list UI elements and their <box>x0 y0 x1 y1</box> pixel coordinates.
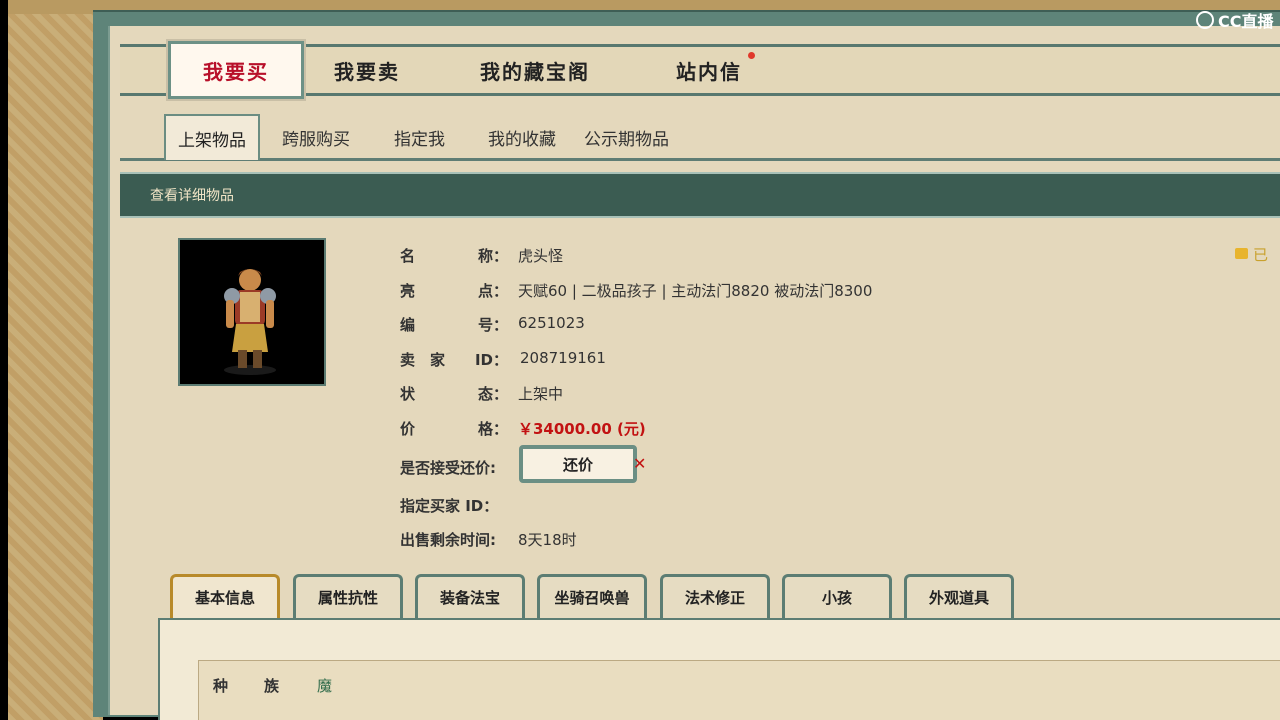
tab-children[interactable]: 小孩 <box>782 574 892 618</box>
name-label: 名称： <box>400 247 508 265</box>
tab-equipment[interactable]: 装备法宝 <box>415 574 525 618</box>
seller-id: 208719161 <box>520 349 606 367</box>
race-value: 魔 <box>317 677 333 695</box>
game-screen: 我要买 我要卖 我的藏宝阁 站内信 上架物品 跨服购买 指定我 我的收藏 公示期… <box>0 0 1280 720</box>
item-status: 上架中 <box>518 385 564 403</box>
character-portrait <box>178 238 326 386</box>
tab-messages[interactable]: 站内信 <box>676 47 742 93</box>
section-title: 查看详细物品 <box>150 188 234 204</box>
item-highlight: 天赋60 | 二极品孩子 | 主动法门8820 被动法门8300 <box>518 282 873 300</box>
subtab-public-items[interactable]: 公示期物品 <box>584 118 669 156</box>
favorite-status-text[interactable]: 已 <box>1253 244 1268 265</box>
game-background-left <box>8 0 103 720</box>
subtab-designated-me[interactable]: 指定我 <box>394 118 445 156</box>
tab-sell[interactable]: 我要卖 <box>334 47 400 93</box>
item-id: 6251023 <box>518 314 585 332</box>
watermark-text: CC直播 <box>1218 12 1274 31</box>
tab-buy[interactable]: 我要买 <box>166 39 306 101</box>
tab-spell-modifiers[interactable]: 法术修正 <box>660 574 770 618</box>
tab-my-treasure[interactable]: 我的藏宝阁 <box>480 47 590 93</box>
seller-id-label: 卖 家 ID： <box>400 351 508 369</box>
counter-offer-label: 是否接受还价: <box>400 459 496 477</box>
favorite-folder-icon[interactable] <box>1235 248 1248 259</box>
stream-watermark: CC直播 <box>1196 8 1274 32</box>
tab-appearance[interactable]: 外观道具 <box>904 574 1014 618</box>
subtab-listed-items[interactable]: 上架物品 <box>164 114 260 160</box>
designated-buyer-label: 指定买家 ID： <box>400 497 499 515</box>
detail-panel: 种族 魔 <box>158 618 1280 720</box>
notification-dot <box>748 52 755 59</box>
price-label: 价格： <box>400 420 508 438</box>
character-sprite-icon <box>224 269 276 375</box>
item-price: ￥34000.00 (元) <box>518 420 646 438</box>
remaining-time-label: 出售剩余时间: <box>400 531 496 549</box>
remaining-time: 8天18时 <box>518 531 577 549</box>
id-label: 编号： <box>400 316 508 334</box>
top-navigation: 我要买 我要卖 我的藏宝阁 站内信 <box>120 39 1280 101</box>
tab-mounts-summons[interactable]: 坐骑召唤兽 <box>537 574 647 618</box>
highlight-label: 亮点： <box>400 282 508 300</box>
race-label: 种族 <box>213 677 279 695</box>
tab-basic-info[interactable]: 基本信息 <box>170 574 280 618</box>
item-name: 虎头怪 <box>518 247 564 265</box>
counter-offer-button[interactable]: 还价 <box>519 445 637 483</box>
tab-attributes[interactable]: 属性抗性 <box>293 574 403 618</box>
status-label: 状态： <box>400 385 508 403</box>
detail-row: 种族 魔 <box>198 660 1280 720</box>
section-header: 查看详细物品 <box>120 172 1280 218</box>
subtab-cross-server[interactable]: 跨服购买 <box>282 118 350 156</box>
sub-navigation: 上架物品 跨服购买 指定我 我的收藏 公示期物品 <box>120 112 1280 161</box>
counter-offer-mark-icon: ✕ <box>633 454 647 473</box>
subtab-my-favorites[interactable]: 我的收藏 <box>488 118 556 156</box>
cc-logo-icon <box>1196 11 1214 29</box>
